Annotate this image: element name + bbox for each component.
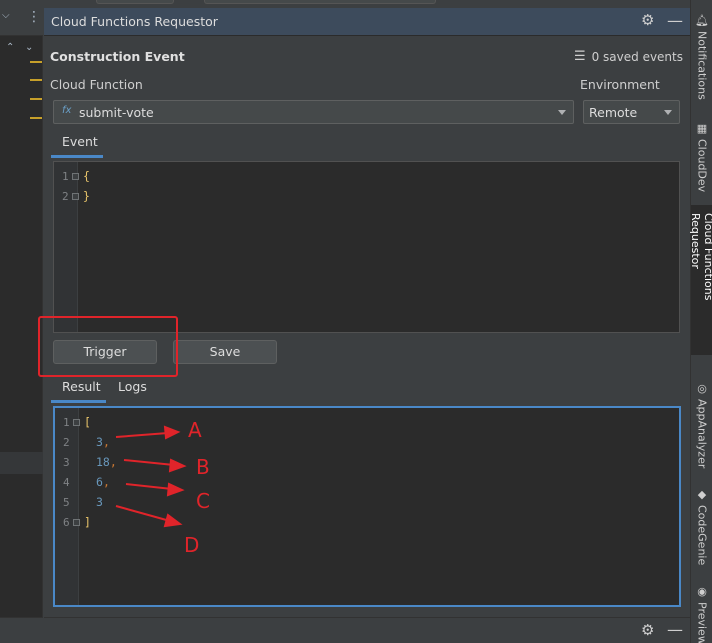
change-marker	[30, 117, 42, 119]
cloud-functions-requestor-panel: Cloud Functions Requestor ⚙ — Constructi…	[38, 0, 690, 643]
editor-strip: ⌵ ⋮ ⌃ ⌄	[0, 0, 43, 643]
analyzer-icon: ◎	[697, 382, 707, 395]
minimize-icon[interactable]: —	[667, 622, 683, 638]
editor-bottom-bar	[0, 617, 43, 643]
chevron-up-icon[interactable]: ⌃	[6, 42, 14, 53]
tool-cloud-functions-requestor[interactable]: Cloud Functions Requestor	[689, 205, 712, 355]
tool-label: Cloud Functions Requestor	[689, 213, 712, 301]
chevron-down-icon[interactable]: ⌵	[2, 10, 10, 21]
editor-line-highlight	[0, 452, 43, 474]
arrow-a	[115, 432, 169, 438]
bell-icon: 🔔︎	[695, 14, 709, 27]
tool-notifications[interactable]: 🔔︎ Notifications	[691, 14, 712, 104]
change-marker	[30, 98, 42, 100]
annotation-letter-d: D	[184, 533, 200, 557]
bottom-toolbar: ⚙ —	[44, 617, 690, 643]
annotation-letter-b: B	[196, 455, 210, 479]
right-tool-strip: 🔔︎ Notifications ▦ CloudDev Cloud Functi…	[689, 0, 712, 643]
tool-appanalyzer[interactable]: ◎ AppAnalyzer	[691, 382, 712, 472]
tool-label: Notifications	[695, 31, 709, 100]
annotation-arrows	[115, 425, 187, 528]
gear-icon[interactable]: ⚙	[641, 623, 654, 638]
tool-label: CodeGenie	[695, 505, 709, 566]
arrow-a-head	[163, 425, 181, 440]
arrow-b-head	[168, 458, 187, 473]
chevron-down-icon[interactable]: ⌄	[25, 42, 33, 53]
arrow-c	[125, 483, 173, 490]
annotation-letter-a: A	[188, 418, 202, 442]
change-marker	[30, 61, 42, 63]
tool-label: AppAnalyzer	[695, 399, 709, 469]
annotation-letter-c: C	[196, 489, 210, 513]
change-marker	[30, 79, 42, 81]
tool-codegenie[interactable]: ◆ CodeGenie	[691, 488, 712, 573]
editor-toolbar: ⌵ ⋮	[0, 0, 43, 36]
arrow-c-head	[166, 482, 185, 497]
tool-preview[interactable]: ◉ Preview	[691, 585, 712, 643]
tool-clouddev[interactable]: ▦ CloudDev	[691, 122, 712, 194]
tool-label: CloudDev	[695, 139, 709, 193]
arrow-d-head	[163, 513, 183, 528]
tool-label: Preview	[695, 602, 709, 643]
arrow-b	[123, 459, 175, 466]
arrow-d	[115, 505, 171, 522]
eye-icon: ◉	[697, 585, 707, 598]
grid-icon: ▦	[696, 122, 708, 135]
codegenie-icon: ◆	[697, 488, 707, 501]
more-options-icon[interactable]: ⋮	[27, 10, 41, 24]
